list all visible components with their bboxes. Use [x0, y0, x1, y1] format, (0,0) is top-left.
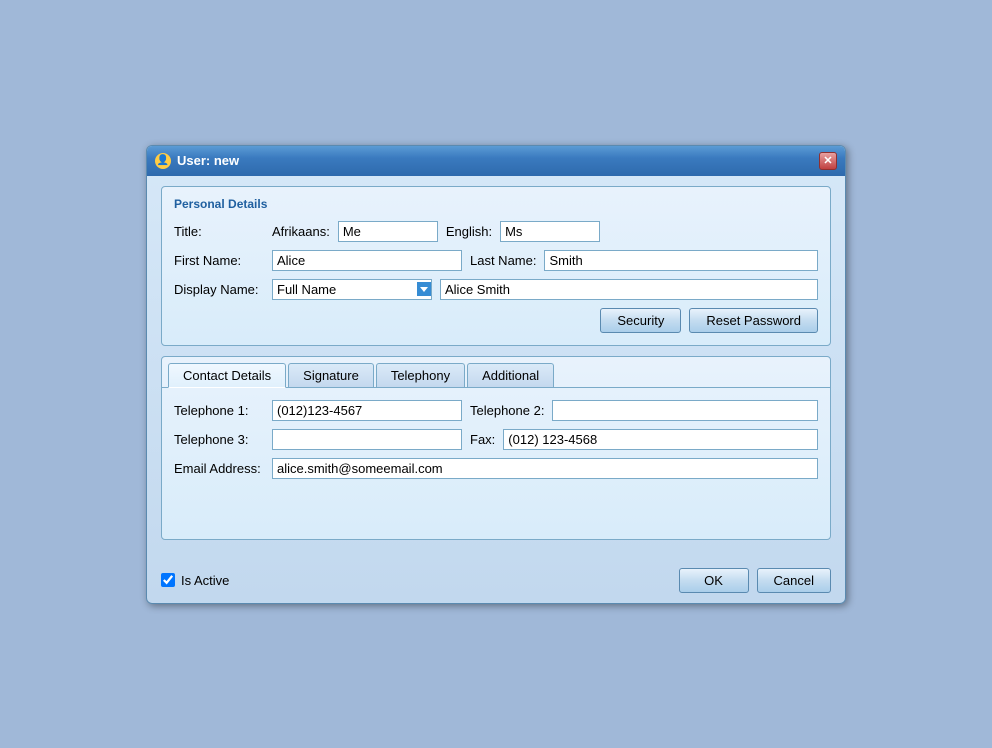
- title-bar: 👤 User: new ✕: [147, 146, 845, 176]
- display-name-row: Display Name: Full Name: [174, 279, 818, 300]
- ok-button[interactable]: OK: [679, 568, 749, 593]
- tabs-container: Contact Details Signature Telephony Addi…: [161, 356, 831, 540]
- security-reset-row: Security Reset Password: [174, 308, 818, 333]
- dialog-title: User: new: [177, 153, 239, 168]
- fax-input[interactable]: [503, 429, 818, 450]
- display-name-select[interactable]: Full Name: [272, 279, 432, 300]
- title-label: Title:: [174, 224, 264, 239]
- dialog-body: Personal Details Title: Afrikaans: Engli…: [147, 176, 845, 562]
- last-name-label: Last Name:: [470, 253, 536, 268]
- first-name-label: First Name:: [174, 253, 264, 268]
- telephone3-input[interactable]: [272, 429, 462, 450]
- cancel-button[interactable]: Cancel: [757, 568, 831, 593]
- tab-telephony[interactable]: Telephony: [376, 363, 465, 387]
- english-label: English:: [446, 224, 492, 239]
- reset-password-button[interactable]: Reset Password: [689, 308, 818, 333]
- last-name-input[interactable]: [544, 250, 818, 271]
- email-input[interactable]: [272, 458, 818, 479]
- personal-details-panel: Personal Details Title: Afrikaans: Engli…: [161, 186, 831, 346]
- title-bar-left: 👤 User: new: [155, 153, 239, 169]
- afrikaans-label: Afrikaans:: [272, 224, 330, 239]
- email-row: Email Address:: [174, 458, 818, 479]
- fax-label: Fax:: [470, 432, 495, 447]
- telephone-row-1: Telephone 1: Telephone 2:: [174, 400, 818, 421]
- title-row: Title: Afrikaans: English:: [174, 221, 818, 242]
- name-row: First Name: Last Name:: [174, 250, 818, 271]
- personal-details-title: Personal Details: [174, 197, 818, 211]
- footer-buttons: OK Cancel: [679, 568, 831, 593]
- tab-contact-details[interactable]: Contact Details: [168, 363, 286, 388]
- is-active-row: Is Active: [161, 573, 229, 588]
- display-name-label: Display Name:: [174, 282, 264, 297]
- security-button[interactable]: Security: [600, 308, 681, 333]
- close-button[interactable]: ✕: [819, 152, 837, 170]
- first-name-input[interactable]: [272, 250, 462, 271]
- telephone3-label: Telephone 3:: [174, 432, 264, 447]
- user-icon: 👤: [155, 153, 171, 169]
- dialog-footer: Is Active OK Cancel: [147, 562, 845, 603]
- english-input[interactable]: [500, 221, 600, 242]
- email-label: Email Address:: [174, 461, 264, 476]
- telephone-row-2: Telephone 3: Fax:: [174, 429, 818, 450]
- tab-signature[interactable]: Signature: [288, 363, 374, 387]
- tab-bar: Contact Details Signature Telephony Addi…: [162, 357, 830, 388]
- telephone1-input[interactable]: [272, 400, 462, 421]
- is-active-checkbox[interactable]: [161, 573, 175, 587]
- display-name-full-input[interactable]: [440, 279, 818, 300]
- afrikaans-input[interactable]: [338, 221, 438, 242]
- telephone2-label: Telephone 2:: [470, 403, 544, 418]
- telephone1-label: Telephone 1:: [174, 403, 264, 418]
- user-dialog: 👤 User: new ✕ Personal Details Title: Af…: [146, 145, 846, 604]
- is-active-label: Is Active: [181, 573, 229, 588]
- tab-additional[interactable]: Additional: [467, 363, 554, 387]
- content-spacer: [174, 487, 818, 527]
- contact-details-content: Telephone 1: Telephone 2: Telephone 3: F…: [162, 388, 830, 539]
- telephone2-input[interactable]: [552, 400, 818, 421]
